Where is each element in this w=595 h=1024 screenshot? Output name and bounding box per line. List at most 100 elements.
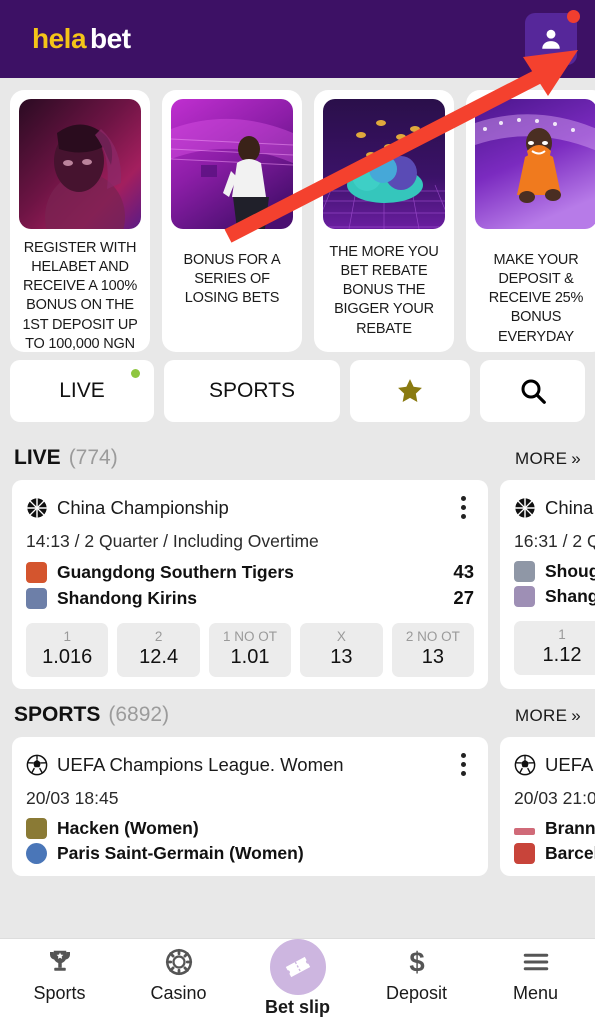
nav-item-casino[interactable]: Casino: [119, 947, 238, 1004]
team-name: Guangdong Southern Tigers: [57, 561, 294, 582]
live-more-link[interactable]: MORE »: [515, 449, 581, 469]
team-name: Shandong Kirins: [57, 587, 197, 608]
hamburger-menu-icon: [523, 953, 548, 971]
tab-live-label: LIVE: [59, 379, 105, 402]
odds-key: 2 NO OT: [405, 629, 460, 644]
logo-text-secondary: bet: [90, 23, 131, 54]
basketball-icon: [27, 497, 47, 518]
nav-item-deposit[interactable]: $ Deposit: [357, 947, 476, 1004]
nav-item-bet-slip[interactable]: Bet slip: [238, 939, 357, 1018]
event-league-name: UEFA Champions League. Women: [545, 753, 595, 775]
odds-value: 1.12: [542, 644, 582, 666]
promotions-carousel[interactable]: REGISTER WITH HELABET AND RECEIVE A 100%…: [0, 78, 595, 356]
team-score: 43: [453, 561, 474, 582]
odds-button[interactable]: 1 1.12: [514, 621, 595, 675]
primary-tab-row: LIVE SPORTS: [0, 356, 595, 432]
brand-logo[interactable]: hela bet: [32, 23, 131, 55]
event-team-row: Shougang Ducks: [514, 561, 595, 582]
odds-button[interactable]: 1 1.016: [26, 623, 109, 677]
odds-value: 12.4: [139, 646, 179, 668]
tab-sports[interactable]: SPORTS: [164, 360, 340, 422]
search-icon: [520, 379, 546, 404]
odds-button[interactable]: 1 NO OT 1.01: [208, 623, 292, 677]
odds-button[interactable]: X 13: [300, 623, 383, 677]
live-event-card[interactable]: China Championship 14:13 / 2 Quarter / I…: [12, 480, 488, 689]
nav-label-casino: Casino: [150, 983, 207, 1003]
team-name: Brann (Women): [545, 818, 595, 838]
team-badge-icon: [26, 587, 47, 609]
nav-label-bet-slip: Bet slip: [264, 997, 330, 1017]
sports-event-card[interactable]: UEFA Champions League. Women 20/03 18:45…: [12, 737, 488, 876]
promo-text: BONUS FOR A SERIES OF LOSING BETS: [183, 252, 281, 307]
event-time-status: 16:31 / 2 Quarter / Including Overtime: [514, 531, 595, 551]
football-icon: [514, 754, 536, 775]
sports-event-card[interactable]: UEFA Champions League. Women 20/03 21:00…: [500, 737, 595, 876]
promo-text: REGISTER WITH HELABET AND RECEIVE A 100%…: [22, 240, 138, 352]
promo-image: [323, 99, 445, 229]
basketball-icon: [515, 497, 535, 518]
nav-label-deposit: Deposit: [385, 983, 448, 1003]
bet-slip-ticket-icon: [285, 956, 310, 978]
odds-row: 1 1.12: [514, 621, 595, 675]
bottom-navigation-bar: Sports Casino Bet slip $ Deposit Menu: [0, 938, 595, 1024]
team-badge-icon: [26, 843, 47, 864]
team-score: 27: [453, 587, 474, 608]
sports-section-header: SPORTS (6892) MORE »: [0, 689, 595, 737]
event-league-name: China Championship: [57, 496, 229, 518]
event-team-row: Barcelona (Women): [514, 843, 595, 864]
odds-key: 1: [63, 629, 71, 644]
nav-label-menu: Menu: [512, 983, 559, 1003]
team-name: Shougang Ducks: [545, 561, 595, 581]
odds-value: 13: [421, 646, 444, 668]
odds-key: 1 NO OT: [223, 629, 278, 644]
promo-card[interactable]: REGISTER WITH HELABET AND RECEIVE A 100%…: [10, 90, 150, 352]
event-card-header: China Championship: [26, 492, 474, 523]
sports-more-label: MORE: [515, 706, 568, 725]
tab-live[interactable]: LIVE: [10, 360, 154, 422]
nav-item-menu[interactable]: Menu: [476, 947, 595, 1004]
team-badge-icon: [514, 586, 535, 607]
odds-value: 1.016: [42, 646, 93, 668]
notification-badge-dot: [567, 10, 580, 23]
promo-card[interactable]: BONUS FOR A SERIES OF LOSING BETS: [162, 90, 302, 352]
nav-item-sports[interactable]: Sports: [0, 947, 119, 1004]
live-event-card[interactable]: China Championship 16:31 / 2 Quarter / I…: [500, 480, 595, 689]
svg-text:$: $: [409, 947, 424, 977]
odds-key: 1: [558, 627, 566, 642]
event-team-row: Guangdong Southern Tigers 43: [26, 561, 474, 583]
odds-button[interactable]: 2 NO OT 13: [391, 623, 475, 677]
event-datetime: 20/03 21:00: [514, 788, 595, 808]
live-section-header: LIVE (774) MORE »: [0, 432, 595, 480]
live-card-rail[interactable]: China Championship 14:13 / 2 Quarter / I…: [0, 480, 595, 689]
promo-image: [19, 99, 141, 229]
sports-more-link[interactable]: MORE »: [515, 706, 581, 726]
chevron-double-right-icon: »: [571, 706, 581, 725]
event-team-row: Paris Saint-Germain (Women): [26, 843, 474, 864]
odds-button[interactable]: 2 12.4: [117, 623, 200, 677]
event-team-row: Shandong Kirins 27: [26, 587, 474, 609]
promo-card[interactable]: MAKE YOUR DEPOSIT & RECEIVE 25% BONUS EV…: [466, 90, 595, 352]
football-icon: [26, 754, 48, 775]
chevron-double-right-icon: »: [571, 449, 581, 468]
profile-button[interactable]: [525, 10, 580, 65]
logo-text-primary: hela: [32, 23, 87, 54]
team-badge-icon: [514, 561, 535, 582]
promo-text: MAKE YOUR DEPOSIT & RECEIVE 25% BONUS EV…: [488, 252, 584, 345]
sports-card-rail[interactable]: UEFA Champions League. Women 20/03 18:45…: [0, 737, 595, 876]
event-league-name: UEFA Champions League. Women: [57, 753, 344, 775]
team-badge-icon: [26, 818, 47, 839]
tab-favourites[interactable]: [350, 360, 470, 422]
promo-image: [171, 99, 293, 229]
event-team-row: Hacken (Women): [26, 818, 474, 839]
odds-key: X: [336, 629, 346, 644]
live-more-label: MORE: [515, 449, 568, 468]
event-options-button[interactable]: [453, 749, 474, 780]
event-options-button[interactable]: [453, 492, 474, 523]
live-status-dot: [131, 369, 140, 378]
team-badge-icon: [514, 843, 535, 864]
user-icon: [542, 29, 560, 49]
promo-card[interactable]: THE MORE YOU BET REBATE BONUS THE BIGGER…: [314, 90, 454, 352]
bet-slip-circle: [269, 939, 326, 995]
event-card-header: UEFA Champions League. Women: [26, 749, 474, 780]
tab-search[interactable]: [480, 360, 585, 422]
